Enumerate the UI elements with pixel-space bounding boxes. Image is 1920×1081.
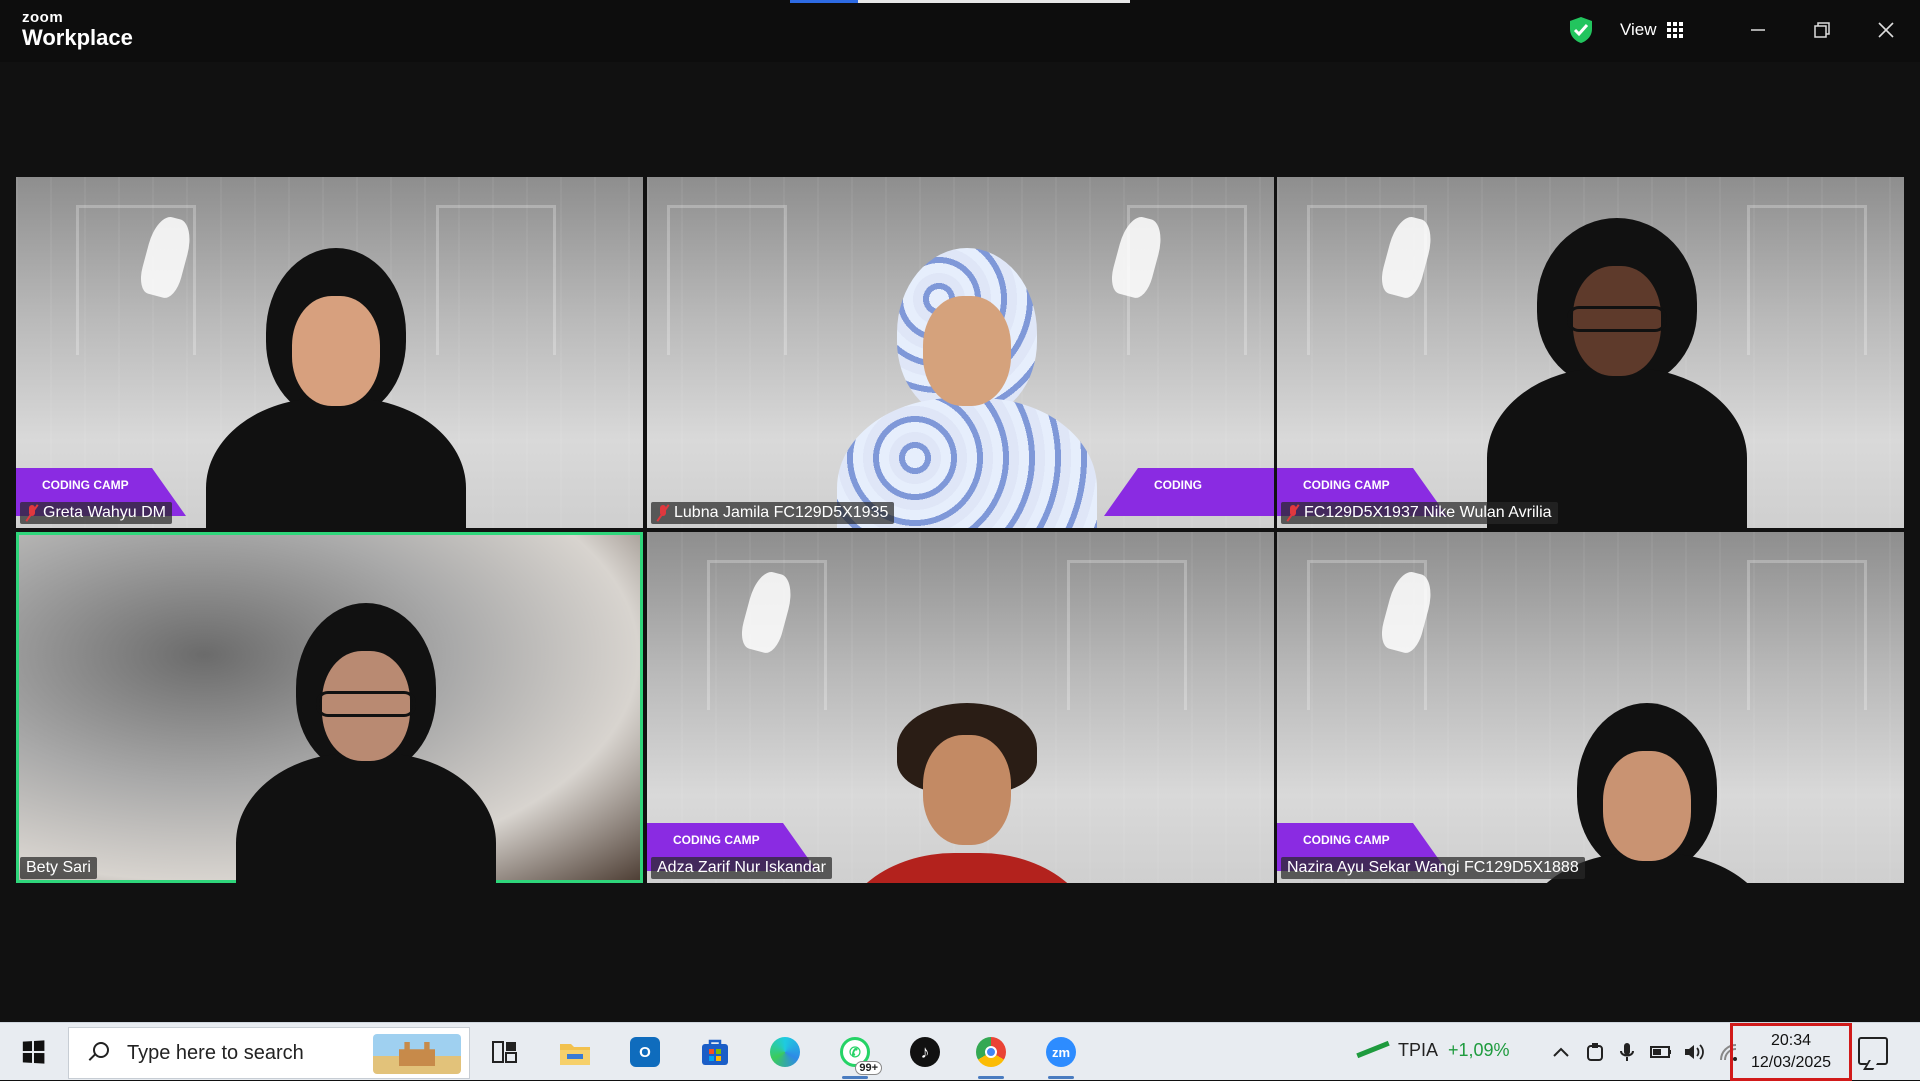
participant-video xyxy=(1517,703,1777,883)
brand-big: Workplace xyxy=(22,25,133,50)
participant-video xyxy=(837,703,1097,883)
video-gallery: CODING CAMP Greta Wahyu DM CODING Lubna … xyxy=(0,62,1920,1022)
close-button[interactable] xyxy=(1866,12,1906,48)
clock-date: 12/03/2025 xyxy=(1750,1054,1832,1071)
notification-icon[interactable] xyxy=(1858,1037,1888,1065)
participant-name: Greta Wahyu DM xyxy=(43,504,166,521)
participant-tile[interactable]: CODING CAMP FC129D5X1937 Nike Wulan Avri… xyxy=(1277,177,1904,528)
microphone-icon[interactable] xyxy=(1614,1039,1640,1065)
ticker-change: +1,09% xyxy=(1448,1039,1510,1060)
search-icon xyxy=(87,1042,109,1064)
task-view-icon xyxy=(492,1041,517,1063)
chrome-icon xyxy=(976,1037,1006,1067)
title-bar: zoom Workplace View xyxy=(0,0,1920,62)
task-view-button[interactable] xyxy=(484,1031,526,1073)
chart-up-icon xyxy=(1356,1039,1388,1061)
shield-icon[interactable] xyxy=(1568,16,1594,44)
participant-name: Nazira Ayu Sekar Wangi FC129D5X1888 xyxy=(1287,859,1579,876)
folder-icon xyxy=(560,1044,590,1065)
battery-icon[interactable] xyxy=(1648,1039,1674,1065)
brand-small: zoom xyxy=(22,9,64,26)
store-icon xyxy=(702,1039,728,1065)
zoom-button[interactable]: zm xyxy=(1040,1031,1082,1079)
participant-video xyxy=(837,248,1097,528)
speaker-icon[interactable] xyxy=(1682,1039,1708,1065)
outlook-button[interactable]: O xyxy=(624,1031,666,1073)
chevron-up-icon[interactable] xyxy=(1548,1039,1574,1065)
participant-video xyxy=(1487,218,1747,528)
participant-name: Adza Zarif Nur Iskandar xyxy=(657,859,826,876)
view-button[interactable]: View xyxy=(1620,16,1683,44)
mic-off-icon xyxy=(26,505,38,521)
participant-tile[interactable]: CODING CAMP Adza Zarif Nur Iskandar xyxy=(647,532,1274,883)
minimize-icon xyxy=(1751,29,1765,31)
stock-widget[interactable]: TPIA +1,09% xyxy=(1356,1039,1510,1061)
search-highlight-icon[interactable] xyxy=(373,1034,461,1074)
windows-taskbar: Type here to search O ✆ 99+ ♪ zm TPIA +1… xyxy=(0,1022,1920,1081)
participant-tile[interactable]: CODING Lubna Jamila FC129D5X1935 xyxy=(647,177,1274,528)
participant-video xyxy=(206,248,466,528)
zoom-logo: zoom Workplace xyxy=(22,10,133,50)
participant-name: Bety Sari xyxy=(26,859,91,876)
whatsapp-badge: 99+ xyxy=(855,1061,882,1075)
system-clock[interactable]: 20:34 12/03/2025 xyxy=(1730,1023,1852,1081)
participant-name-tag: Bety Sari xyxy=(20,857,97,879)
clock-time: 20:34 xyxy=(1770,1032,1812,1049)
coding-camp-banner: CODING xyxy=(1104,468,1274,516)
mic-off-icon xyxy=(1287,505,1299,521)
edge-button[interactable] xyxy=(764,1031,806,1073)
grid-icon xyxy=(1666,22,1683,38)
tiktok-icon: ♪ xyxy=(910,1037,940,1067)
windows-icon xyxy=(22,1040,45,1064)
edge-icon xyxy=(770,1037,800,1067)
close-icon xyxy=(1878,22,1894,38)
participant-name-tag: Nazira Ayu Sekar Wangi FC129D5X1888 xyxy=(1281,857,1585,879)
participant-name-tag: Lubna Jamila FC129D5X1935 xyxy=(651,502,895,524)
share-progress-strip xyxy=(790,0,1130,3)
chrome-button[interactable] xyxy=(970,1031,1012,1079)
meet-now-icon[interactable] xyxy=(1582,1039,1608,1065)
whatsapp-button[interactable]: ✆ 99+ xyxy=(834,1031,882,1079)
participant-video xyxy=(236,603,496,883)
file-explorer-button[interactable] xyxy=(554,1031,596,1073)
ticker-name: TPIA xyxy=(1398,1039,1439,1060)
minimize-button[interactable] xyxy=(1738,12,1778,48)
participant-name: FC129D5X1937 Nike Wulan Avrilia xyxy=(1304,504,1552,521)
restore-icon xyxy=(1814,22,1830,38)
start-button[interactable] xyxy=(12,1035,54,1069)
mic-off-icon xyxy=(657,505,669,521)
participant-name: Lubna Jamila FC129D5X1935 xyxy=(674,504,889,521)
view-label: View xyxy=(1620,20,1657,39)
search-placeholder: Type here to search xyxy=(127,1041,304,1064)
restore-button[interactable] xyxy=(1802,12,1842,48)
participant-tile[interactable]: CODING CAMP Greta Wahyu DM xyxy=(16,177,643,528)
microsoft-store-button[interactable] xyxy=(694,1031,736,1073)
participant-tile-active-speaker[interactable]: Bety Sari xyxy=(16,532,643,883)
participant-tile[interactable]: CODING CAMP Nazira Ayu Sekar Wangi FC129… xyxy=(1277,532,1904,883)
tiktok-button[interactable]: ♪ xyxy=(904,1031,946,1073)
outlook-icon: O xyxy=(630,1037,660,1067)
participant-name-tag: FC129D5X1937 Nike Wulan Avrilia xyxy=(1281,502,1558,524)
zoom-icon: zm xyxy=(1046,1037,1076,1067)
participant-name-tag: Greta Wahyu DM xyxy=(20,502,172,524)
participant-name-tag: Adza Zarif Nur Iskandar xyxy=(651,857,832,879)
taskbar-search[interactable]: Type here to search xyxy=(68,1027,470,1079)
